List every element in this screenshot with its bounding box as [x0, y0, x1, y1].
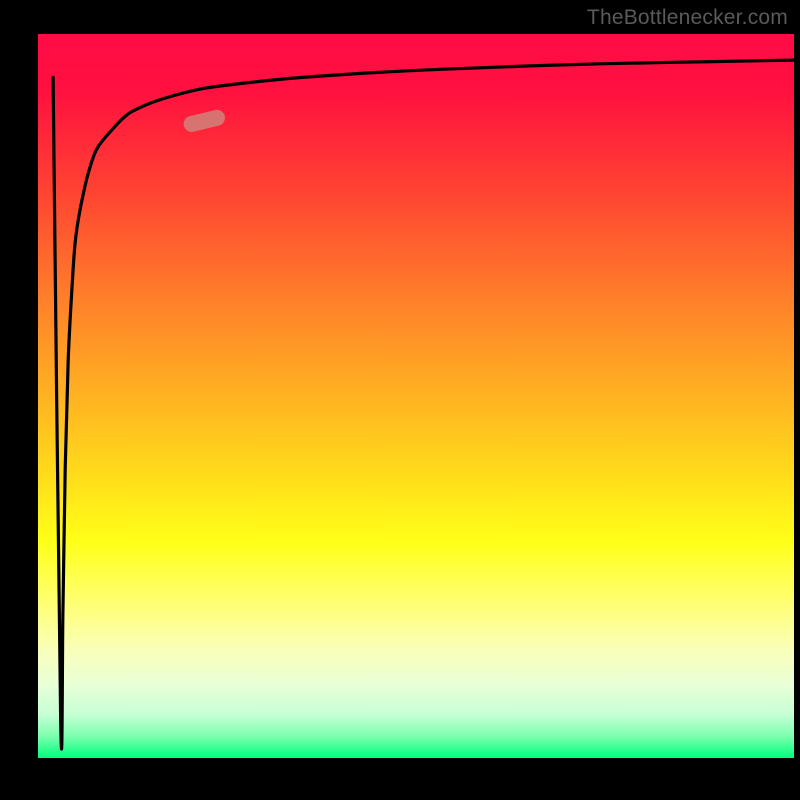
chart-frame: TheBottlenecker.com: [0, 0, 800, 800]
curve-layer: [38, 34, 794, 758]
attribution-label: TheBottlenecker.com: [587, 6, 788, 30]
curve-marker: [182, 108, 227, 133]
bottleneck-curve: [53, 60, 794, 749]
